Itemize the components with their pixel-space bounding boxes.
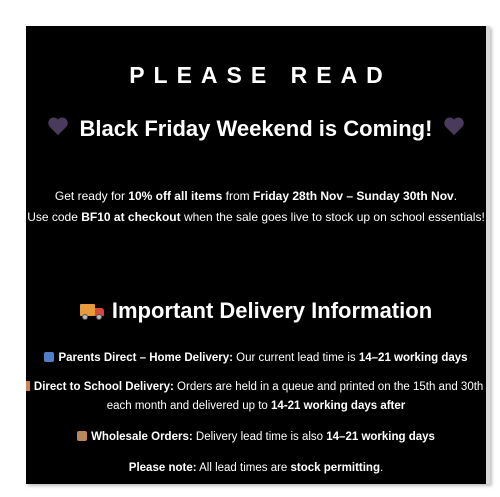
wholesale-line: Wholesale Orders: Delivery lead time is …: [26, 431, 486, 443]
direct-to-school-text: Orders are held in a queue and printed o…: [173, 381, 490, 393]
please-note-label: Please note:: [128, 462, 197, 474]
promo-text-segment: Get ready for: [54, 189, 129, 203]
promo-line-1: Get ready for 10% off all items from Fri…: [26, 186, 486, 207]
promo-text-segment: from: [222, 189, 253, 203]
purple-heart-icon: [47, 118, 69, 138]
delivery-info-title: Important Delivery Information: [26, 298, 486, 324]
direct-to-school-line: Direct to School Delivery: Orders are he…: [26, 381, 490, 393]
mailbox-icon: [44, 352, 55, 362]
stock-permitting: stock permitting: [290, 462, 380, 474]
black-friday-title: Black Friday Weekend is Coming!: [26, 116, 486, 142]
delivery-info-title-text: Important Delivery Information: [111, 298, 433, 323]
promo-text-segment: .: [453, 189, 458, 203]
direct-to-school-label: Direct to School Delivery:: [33, 381, 174, 393]
parents-direct-lead-time: 14–21 working days: [358, 352, 468, 364]
direct-to-school-line-2: each month and delivered up to 14-21 wor…: [26, 400, 486, 412]
purple-heart-icon: [443, 118, 465, 138]
please-note-end: .: [379, 462, 384, 474]
wholesale-text: Delivery lead time is also: [192, 431, 327, 443]
parents-direct-text: Our current lead time is: [232, 352, 359, 364]
please-note-line: Please note: All lead times are stock pe…: [26, 462, 486, 474]
school-icon: [26, 381, 30, 391]
promo-text-segment: when the sale goes live to stock up on s…: [180, 210, 485, 224]
promo-text: Get ready for 10% off all items from Fri…: [26, 186, 486, 228]
parents-direct-line: Parents Direct – Home Delivery: Our curr…: [26, 352, 486, 364]
sale-dates: Friday 28th Nov – Sunday 30th Nov: [253, 189, 454, 203]
promo-text-segment: Use code: [27, 210, 82, 224]
package-icon: [77, 431, 88, 441]
black-friday-title-text: Black Friday Weekend is Coming!: [79, 116, 433, 141]
direct-to-school-lead-time: 14-21 working days after: [271, 400, 406, 412]
parents-direct-label: Parents Direct – Home Delivery:: [58, 352, 233, 364]
discount-amount: 10% off all items: [128, 189, 223, 203]
promo-code: BF10 at checkout: [81, 210, 181, 224]
announcement-panel: PLEASE READ Black Friday Weekend is Comi…: [26, 26, 490, 484]
wholesale-label: Wholesale Orders:: [91, 431, 193, 443]
wholesale-lead-time: 14–21 working days: [326, 431, 435, 443]
page-frame: PLEASE READ Black Friday Weekend is Comi…: [0, 0, 500, 497]
please-read-heading: PLEASE READ: [129, 62, 392, 88]
direct-to-school-text-2: each month and delivered up to: [106, 400, 272, 412]
delivery-truck-icon: [79, 302, 104, 320]
promo-line-2: Use code BF10 at checkout when the sale …: [26, 207, 486, 228]
please-note-text: All lead times are: [196, 462, 291, 474]
